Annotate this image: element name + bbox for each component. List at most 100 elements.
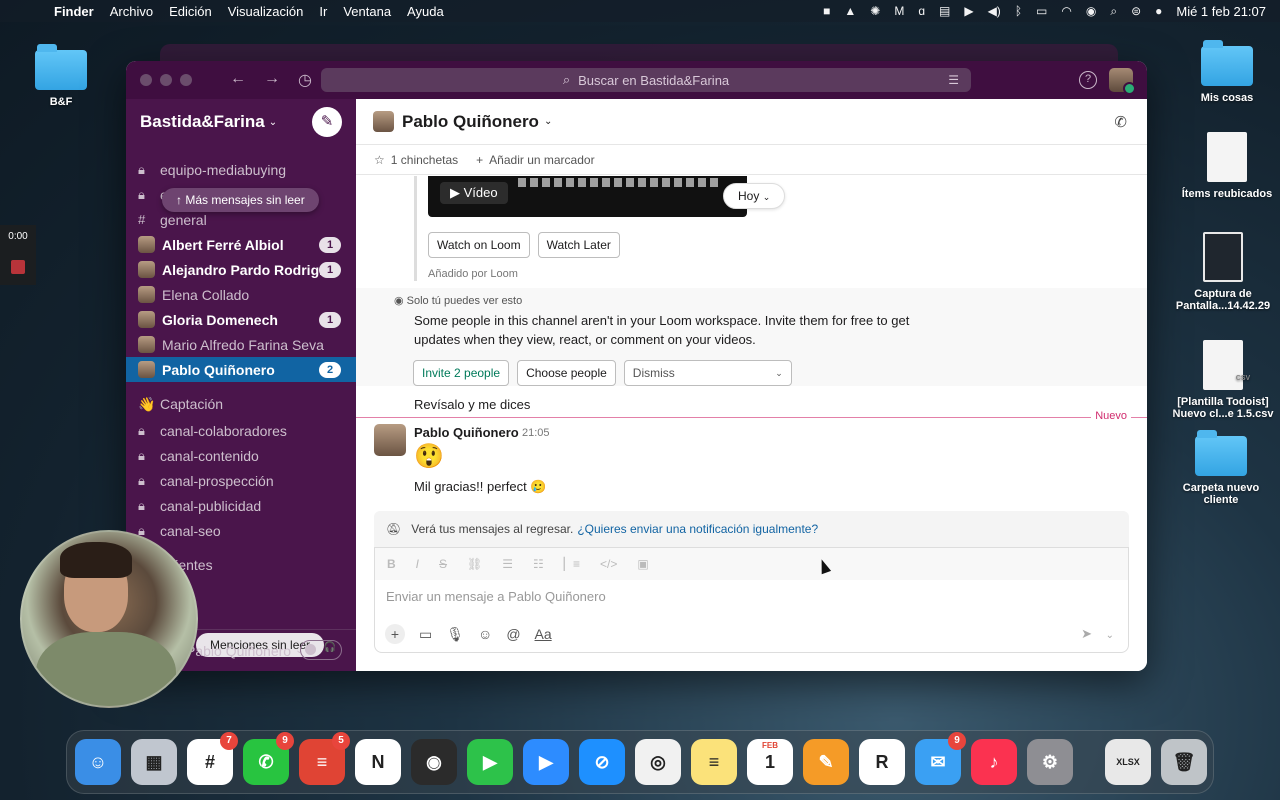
desktop-folder-carpeta-nuevo-cliente[interactable]: Carpeta nuevo cliente <box>1166 430 1276 506</box>
text-format-toggle[interactable]: Aa <box>535 626 552 642</box>
menu-app-finder[interactable]: Finder <box>46 4 102 19</box>
workspace-header[interactable]: Bastida&Farina ⌄ ✎ <box>126 99 356 145</box>
watch-on-loom-button[interactable]: Watch on Loom <box>428 232 530 258</box>
minimize-window-button[interactable] <box>160 74 172 86</box>
italic-icon[interactable]: I <box>416 557 419 571</box>
more-unread-button[interactable]: ↑ Más mensajes sin leer <box>162 188 319 212</box>
menu-ventana[interactable]: Ventana <box>335 4 399 19</box>
sidebar-item-canal-publicidad[interactable]: 🔒︎ canal-publicidad <box>126 493 356 518</box>
dock-app-facetime[interactable]: ▶ <box>467 739 513 785</box>
video-clip-icon[interactable]: ▭ <box>419 626 432 643</box>
pins-button[interactable]: ☆ 1 chinchetas <box>374 153 458 167</box>
volume-icon[interactable]: ◀) <box>988 4 1001 18</box>
compose-button[interactable]: ✎ <box>312 107 342 137</box>
dock-app-system-preferences[interactable]: ⚙ <box>1027 739 1073 785</box>
notes-icon[interactable]: ▤ <box>939 4 950 18</box>
sidebar-item-albert-ferre[interactable]: Albert Ferré Albiol 1 <box>126 232 356 257</box>
dock-app-safari[interactable]: ⊘ <box>579 739 625 785</box>
dock-app-trash[interactable]: 🗑 <box>1161 739 1207 785</box>
dock-app-notes[interactable]: ≡ <box>691 739 737 785</box>
menu-ayuda[interactable]: Ayuda <box>399 4 452 19</box>
invite-people-button[interactable]: Invite 2 people <box>413 360 510 386</box>
workspace-name[interactable]: Bastida&Farina <box>140 112 265 132</box>
camera-icon[interactable]: ■ <box>823 4 830 18</box>
webcam-bubble[interactable] <box>20 530 198 708</box>
dock-app-calendar[interactable]: FEB 1 <box>747 739 793 785</box>
search-icon[interactable]: ⌕ <box>1110 4 1117 19</box>
gmail-icon[interactable]: M <box>894 4 904 18</box>
battery-icon[interactable]: ▭ <box>1036 4 1047 18</box>
desktop-folder-mis-cosas[interactable]: Mis cosas <box>1172 40 1280 104</box>
bluetooth-icon[interactable]: ᛒ <box>1015 4 1022 18</box>
history-clock-icon[interactable]: ◷ <box>298 70 312 90</box>
drive-icon[interactable]: ▲ <box>844 4 856 18</box>
dock-app-whatsapp[interactable]: ✆ 9 <box>243 732 294 785</box>
sidebar-item-canal-prospeccion[interactable]: 🔒︎ canal-prospección <box>126 468 356 493</box>
dock-app-finder[interactable]: ☺ <box>75 739 121 785</box>
dock-app-launchpad[interactable]: ▦ <box>131 739 177 785</box>
wifi-icon[interactable]: ◠ <box>1061 4 1071 18</box>
desktop-item-csv[interactable]: CSV [Plantilla Todoist] Nuevo cl...e 1.5… <box>1168 340 1278 420</box>
script-icon[interactable]: ɑ <box>918 4 925 18</box>
add-bookmark-button[interactable]: + Añadir un marcador <box>476 153 594 167</box>
zoom-window-button[interactable] <box>180 74 192 86</box>
sidebar-section-captacion[interactable]: 👋 Captación <box>126 390 356 418</box>
stop-recording-button[interactable] <box>11 260 25 274</box>
help-icon[interactable]: ? <box>1079 71 1097 89</box>
sun-icon[interactable]: ✺ <box>870 4 880 18</box>
ordered-list-icon[interactable]: ☰ <box>502 557 513 571</box>
sidebar-item-pablo-quinonero[interactable]: Pablo Quiñonero 2 <box>126 357 356 382</box>
sidebar-item-canal-colaboradores[interactable]: 🔒︎ canal-colaboradores <box>126 418 356 443</box>
dock-app-readdle[interactable]: R <box>859 739 905 785</box>
back-arrow-icon[interactable]: ← <box>230 70 246 90</box>
notify-anyway-link[interactable]: ¿Quieres enviar una notificación igualme… <box>577 522 818 536</box>
siri-icon[interactable]: ● <box>1155 4 1162 18</box>
profile-avatar[interactable] <box>1109 68 1136 95</box>
menu-visualizacion[interactable]: Visualización <box>220 4 312 19</box>
search-bar[interactable]: ⌕ Buscar en Bastida&Farina ☰ <box>321 68 971 92</box>
huddle-toggle[interactable] <box>300 640 342 660</box>
message-input[interactable]: Enviar un mensaje a Pablo Quiñonero <box>386 589 606 604</box>
close-window-button[interactable] <box>140 74 152 86</box>
send-icon[interactable]: ➤ <box>1081 626 1092 642</box>
dock-app-music[interactable]: ♪ <box>971 739 1017 785</box>
sidebar-item-alejandro-pardo[interactable]: Alejandro Pardo Rodrig... 1 <box>126 257 356 282</box>
chevron-down-icon[interactable]: ⌄ <box>1106 630 1114 641</box>
menu-edicion[interactable]: Edición <box>161 4 220 19</box>
dock-app-pages[interactable]: ✎ <box>803 739 849 785</box>
mention-icon[interactable]: @ <box>506 626 520 642</box>
desktop-item-screenshot[interactable]: Captura de Pantalla...14.42.29 <box>1168 232 1278 312</box>
loom-video-thumbnail[interactable]: ▶ Vídeo <box>428 176 747 217</box>
message-time[interactable]: 21:05 <box>522 427 550 439</box>
dock-app-mail[interactable]: ✉ 9 <box>915 732 966 785</box>
filter-sliders-icon[interactable]: ☰ <box>948 73 959 87</box>
day-divider-pill[interactable]: Hoy ⌄ <box>723 183 786 209</box>
footer-user-name[interactable]: Pablo Quiñonero <box>186 643 291 659</box>
attach-plus-icon[interactable]: + <box>385 624 405 644</box>
menubar-clock[interactable]: Mié 1 feb 21:07 <box>1176 4 1266 19</box>
phone-call-icon[interactable]: ✆ <box>1114 113 1127 131</box>
desktop-item-reubicados[interactable]: Ítems reubicados <box>1172 132 1280 200</box>
dock-app-todoist[interactable]: ≡ 5 <box>299 732 350 785</box>
dock-app-notion[interactable]: N <box>355 739 401 785</box>
choose-people-button[interactable]: Choose people <box>517 360 616 386</box>
avatar[interactable] <box>374 424 406 456</box>
video-play-button[interactable]: ▶ Vídeo <box>440 182 508 204</box>
menu-ir[interactable]: Ir <box>311 4 335 19</box>
strikethrough-icon[interactable]: S <box>439 557 447 571</box>
forward-arrow-icon[interactable]: → <box>264 70 280 90</box>
code-icon[interactable]: </> <box>600 557 617 571</box>
watch-later-button[interactable]: Watch Later <box>537 232 620 258</box>
sidebar-item-canal-contenido[interactable]: 🔒︎ canal-contenido <box>126 443 356 468</box>
dock-app-slack[interactable]: #7 <box>187 732 238 785</box>
control-center-icon[interactable]: ⊜ <box>1131 4 1141 18</box>
blockquote-icon[interactable]: ▏≡ <box>564 557 580 571</box>
play-icon[interactable]: ▶ <box>964 4 973 18</box>
desktop-folder-bf[interactable]: B&F <box>6 44 116 108</box>
channel-title[interactable]: Pablo Quiñonero <box>402 112 539 132</box>
sidebar-item-equipo-mediabuying[interactable]: 🔒︎ equipo-mediabuying <box>126 157 356 182</box>
message-author[interactable]: Pablo Quiñonero <box>414 425 519 440</box>
chevron-down-icon[interactable]: ⌄ <box>544 116 552 127</box>
bullet-list-icon[interactable]: ☷ <box>533 557 544 571</box>
menu-archivo[interactable]: Archivo <box>102 4 161 19</box>
